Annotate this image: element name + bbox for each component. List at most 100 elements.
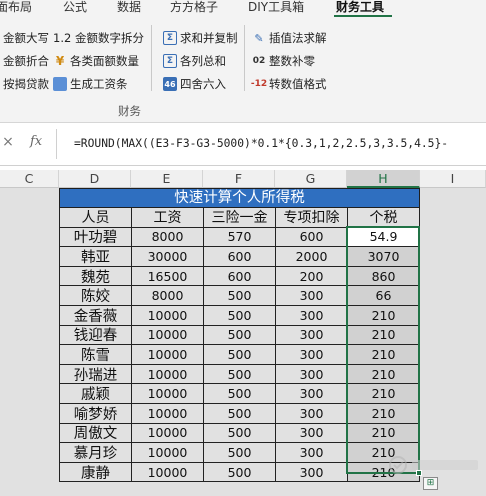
to-number-button[interactable]: -12 转数值格式 [251, 76, 327, 92]
table-title[interactable]: 快速计算个人所得税 [59, 188, 420, 208]
column-header-c[interactable]: C [0, 170, 59, 188]
tab-diy-toolbox[interactable]: DIY工具箱 [248, 0, 304, 17]
employee-name-cell[interactable]: 陈雪 [59, 345, 131, 365]
table-cell[interactable]: 8000 [131, 286, 203, 306]
table-cell[interactable]: 200 [275, 266, 347, 287]
table-cell[interactable]: 300 [275, 462, 347, 483]
zero-pad-button[interactable]: 02 整数补零 [252, 53, 315, 69]
table-cell[interactable]: 10000 [131, 462, 203, 483]
table-cell[interactable]: 10000 [131, 306, 203, 326]
table-cell[interactable]: 500 [203, 404, 275, 424]
formula-input[interactable]: =ROUND(MAX((E3-F3-G3-5000)*0.1*{0.3,1,2,… [74, 137, 486, 150]
table-cell[interactable]: 500 [203, 443, 275, 463]
insert-function-icon[interactable]: fx [30, 134, 42, 149]
generate-payslip-button[interactable]: 生成工资条 [53, 76, 128, 92]
employee-name-cell[interactable]: 周傲文 [59, 423, 131, 444]
sum-copy-button[interactable]: Σ 求和并复制 [163, 30, 238, 46]
column-header-g[interactable]: G [275, 170, 347, 188]
tab-formulas[interactable]: 公式 [63, 0, 87, 17]
column-header-d[interactable]: D [59, 170, 131, 188]
cancel-icon[interactable]: × [0, 134, 16, 150]
fill-handle[interactable] [416, 470, 422, 476]
employee-name-cell[interactable]: 钱迎春 [59, 325, 131, 346]
header-cell[interactable]: 个税 [347, 208, 420, 228]
tab-page-layout[interactable]: 面布局 [0, 0, 32, 17]
employee-name-cell[interactable]: 陈姣 [59, 286, 131, 306]
table-cell[interactable]: 500 [203, 306, 275, 326]
table-cell[interactable]: 2000 [275, 247, 347, 267]
table-cell[interactable]: 600 [275, 227, 347, 248]
table-cell[interactable]: 500 [203, 325, 275, 346]
tax-cell[interactable]: 210 [347, 364, 420, 385]
header-cell[interactable]: 工资 [131, 208, 203, 228]
header-cell[interactable]: 人员 [59, 208, 131, 228]
tab-ffcell[interactable]: 方方格子 [170, 0, 218, 17]
column-header-f[interactable]: F [203, 170, 275, 188]
table-cell[interactable]: 500 [203, 364, 275, 385]
employee-name-cell[interactable]: 戚颖 [59, 384, 131, 404]
tax-cell[interactable]: 210 [347, 443, 420, 463]
denomination-count-button[interactable]: ¥ 各类面额数量 [53, 53, 139, 69]
quick-analysis-icon[interactable]: ⊞ [423, 477, 438, 490]
table-cell[interactable]: 10000 [131, 364, 203, 385]
column-header-e[interactable]: E [131, 170, 203, 188]
table-cell[interactable]: 300 [275, 306, 347, 326]
table-cell[interactable]: 500 [203, 286, 275, 306]
column-header-i[interactable]: I [420, 170, 486, 188]
tax-cell[interactable]: 210 [347, 462, 420, 483]
tax-cell[interactable]: 210 [347, 384, 420, 404]
tax-cell[interactable]: 54.9 [347, 227, 420, 248]
interpolation-button[interactable]: ✎ 插值法求解 [252, 30, 326, 46]
table-cell[interactable]: 10000 [131, 345, 203, 365]
currency-uppercase-button[interactable]: ¥ 金额大写 [0, 30, 49, 46]
table-cell[interactable]: 300 [275, 286, 347, 306]
mortgage-button[interactable]: ¥ 按揭贷款 [0, 76, 49, 92]
tax-cell[interactable]: 210 [347, 423, 420, 444]
employee-name-cell[interactable]: 慕月珍 [59, 443, 131, 463]
employee-name-cell[interactable]: 康静 [59, 462, 131, 483]
table-cell[interactable]: 16500 [131, 266, 203, 287]
employee-name-cell[interactable]: 金香薇 [59, 306, 131, 326]
tax-cell[interactable]: 210 [347, 345, 420, 365]
column-header-h[interactable]: H [347, 170, 420, 188]
table-cell[interactable]: 300 [275, 384, 347, 404]
table-cell[interactable]: 10000 [131, 404, 203, 424]
header-cell[interactable]: 专项扣除 [275, 208, 347, 228]
table-cell[interactable]: 500 [203, 345, 275, 365]
table-cell[interactable]: 300 [275, 423, 347, 444]
tax-cell[interactable]: 210 [347, 404, 420, 424]
currency-convert-button[interactable]: ¥ 金额折合 [0, 53, 49, 69]
employee-name-cell[interactable]: 叶功碧 [59, 227, 131, 248]
employee-name-cell[interactable]: 孙瑞进 [59, 364, 131, 385]
table-cell[interactable]: 10000 [131, 423, 203, 444]
round-half-even-button[interactable]: 46 四舍六入 [163, 76, 226, 92]
tab-data[interactable]: 数据 [117, 0, 141, 17]
table-cell[interactable]: 500 [203, 384, 275, 404]
column-sum-button[interactable]: Σ 各列总和 [163, 53, 226, 69]
table-cell[interactable]: 600 [203, 247, 275, 267]
table-cell[interactable]: 570 [203, 227, 275, 248]
tax-cell[interactable]: 3070 [347, 247, 420, 267]
table-cell[interactable]: 300 [275, 443, 347, 463]
header-cell[interactable]: 三险一金 [203, 208, 275, 228]
table-cell[interactable]: 300 [275, 404, 347, 424]
table-cell[interactable]: 10000 [131, 443, 203, 463]
table-cell[interactable]: 8000 [131, 227, 203, 248]
table-cell[interactable]: 300 [275, 345, 347, 365]
employee-name-cell[interactable]: 喻梦娇 [59, 404, 131, 424]
employee-name-cell[interactable]: 魏苑 [59, 266, 131, 287]
tax-cell[interactable]: 66 [347, 286, 420, 306]
table-cell[interactable]: 300 [275, 364, 347, 385]
employee-name-cell[interactable]: 韩亚 [59, 247, 131, 267]
table-cell[interactable]: 30000 [131, 247, 203, 267]
table-cell[interactable]: 600 [203, 266, 275, 287]
table-cell[interactable]: 300 [275, 325, 347, 346]
table-cell[interactable]: 10000 [131, 384, 203, 404]
tax-cell[interactable]: 210 [347, 325, 420, 346]
tax-cell[interactable]: 210 [347, 306, 420, 326]
tax-cell[interactable]: 860 [347, 266, 420, 287]
table-cell[interactable]: 500 [203, 423, 275, 444]
table-cell[interactable]: 10000 [131, 325, 203, 346]
table-cell[interactable]: 500 [203, 462, 275, 483]
split-digits-button[interactable]: 1.2 金额数字拆分 [53, 30, 144, 46]
